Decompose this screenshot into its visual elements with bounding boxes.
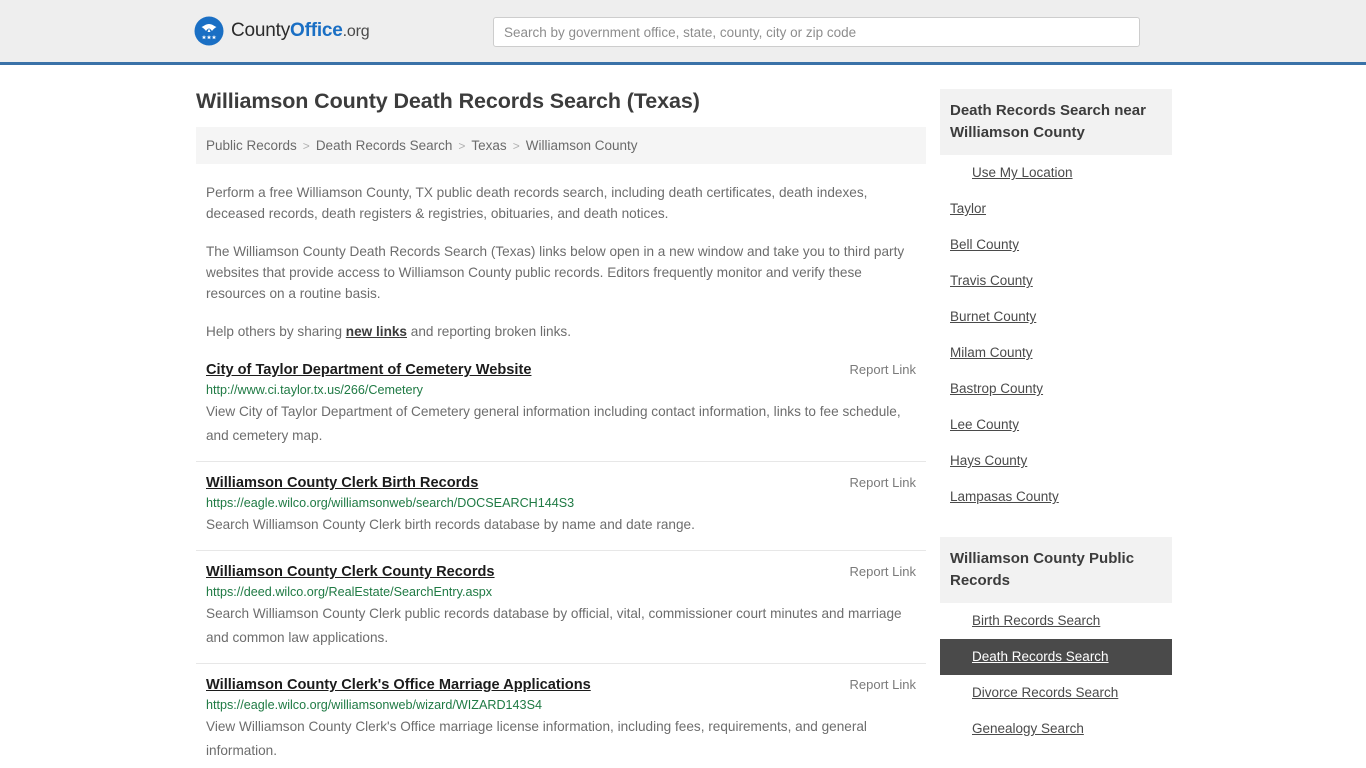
sidebar-item-birth-records-search[interactable]: Birth Records Search xyxy=(940,603,1172,639)
list-item: Hays County xyxy=(940,443,1172,479)
sidebar-item-taylor[interactable]: Taylor xyxy=(940,191,1172,227)
result-url[interactable]: https://eagle.wilco.org/williamsonweb/wi… xyxy=(206,698,916,712)
page-title: Williamson County Death Records Search (… xyxy=(196,89,700,113)
brand-part-tld: .org xyxy=(342,23,370,40)
brand-part-county: County xyxy=(231,20,291,41)
sidebar-item-travis-county[interactable]: Travis County xyxy=(940,263,1172,299)
list-item: Travis County xyxy=(940,263,1172,299)
intro-paragraph-3: Help others by sharing new links and rep… xyxy=(206,321,916,342)
result-header: Williamson County Clerk's Office Marriag… xyxy=(206,677,916,693)
result-header: City of Taylor Department of Cemetery We… xyxy=(206,362,916,378)
breadcrumb-separator: > xyxy=(458,138,466,153)
list-item: Birth Records Search xyxy=(940,603,1172,639)
breadcrumb-item-death-records-search[interactable]: Death Records Search xyxy=(316,138,453,153)
report-link-button[interactable]: Report Link xyxy=(850,564,916,579)
breadcrumb-separator: > xyxy=(302,138,310,153)
result-url[interactable]: http://www.ci.taylor.tx.us/266/Cemetery xyxy=(206,383,916,397)
public-records-panel: Williamson County Public Records Birth R… xyxy=(940,537,1172,747)
sidebar-item-death-records-search[interactable]: Death Records Search xyxy=(940,639,1172,675)
brand-text: CountyOffice.org xyxy=(231,20,370,42)
sidebar-item-milam-county[interactable]: Milam County xyxy=(940,335,1172,371)
site-header: CountyOffice.org xyxy=(0,0,1366,65)
sidebar-item-use-my-location[interactable]: Use My Location xyxy=(940,155,1172,191)
search-container xyxy=(493,17,1140,47)
content-layout: Williamson County Death Records Search (… xyxy=(196,65,1172,768)
result-title-link[interactable]: City of Taylor Department of Cemetery We… xyxy=(206,362,531,378)
result-header: Williamson County Clerk County Records R… xyxy=(206,564,916,580)
result-item: Williamson County Clerk's Office Marriag… xyxy=(196,677,926,768)
report-link-button[interactable]: Report Link xyxy=(850,362,916,377)
sidebar-item-divorce-records-search[interactable]: Divorce Records Search xyxy=(940,675,1172,711)
brand-part-office: Office xyxy=(290,20,343,41)
nearby-panel: Death Records Search near Williamson Cou… xyxy=(940,89,1172,515)
result-item: Williamson County Clerk County Records R… xyxy=(196,564,926,664)
sidebar-item-burnet-county[interactable]: Burnet County xyxy=(940,299,1172,335)
result-description: View City of Taylor Department of Cemete… xyxy=(206,404,901,443)
result-title-link[interactable]: Williamson County Clerk County Records xyxy=(206,564,495,580)
result-description: Search Williamson County Clerk birth rec… xyxy=(206,517,695,532)
result-description: Search Williamson County Clerk public re… xyxy=(206,606,902,645)
sidebar-item-hays-county[interactable]: Hays County xyxy=(940,443,1172,479)
nearby-panel-title: Death Records Search near Williamson Cou… xyxy=(940,89,1172,155)
sidebar-item-lampasas-county[interactable]: Lampasas County xyxy=(940,479,1172,515)
site-logo[interactable]: CountyOffice.org xyxy=(194,16,370,46)
list-item: Milam County xyxy=(940,335,1172,371)
breadcrumb: Public Records > Death Records Search > … xyxy=(196,127,926,164)
result-description: View Williamson County Clerk's Office ma… xyxy=(206,719,867,758)
intro-paragraph-2: The Williamson County Death Records Sear… xyxy=(206,244,905,301)
breadcrumb-item-texas[interactable]: Texas xyxy=(471,138,506,153)
list-item: Burnet County xyxy=(940,299,1172,335)
search-input[interactable] xyxy=(493,17,1140,47)
breadcrumb-item-public-records[interactable]: Public Records xyxy=(206,138,297,153)
results-list: City of Taylor Department of Cemetery We… xyxy=(196,362,926,768)
main-column: Williamson County Death Records Search (… xyxy=(196,65,926,768)
result-url[interactable]: https://eagle.wilco.org/williamsonweb/se… xyxy=(206,496,916,510)
list-item: Lee County xyxy=(940,407,1172,443)
intro-section: Perform a free Williamson County, TX pub… xyxy=(196,182,926,342)
result-header: Williamson County Clerk Birth Records Re… xyxy=(206,475,916,491)
result-item: Williamson County Clerk Birth Records Re… xyxy=(196,475,926,551)
sidebar-item-bell-county[interactable]: Bell County xyxy=(940,227,1172,263)
sidebar-item-lee-county[interactable]: Lee County xyxy=(940,407,1172,443)
page-body: Williamson County Death Records Search (… xyxy=(0,65,1366,768)
result-title-link[interactable]: Williamson County Clerk's Office Marriag… xyxy=(206,677,591,693)
report-link-button[interactable]: Report Link xyxy=(850,677,916,692)
list-item-active: Death Records Search xyxy=(940,639,1172,675)
list-item: Bell County xyxy=(940,227,1172,263)
public-records-list: Birth Records Search Death Records Searc… xyxy=(940,603,1172,747)
result-item: City of Taylor Department of Cemetery We… xyxy=(196,362,926,462)
sidebar-item-genealogy-search[interactable]: Genealogy Search xyxy=(940,711,1172,747)
list-item: Lampasas County xyxy=(940,479,1172,515)
result-url[interactable]: https://deed.wilco.org/RealEstate/Search… xyxy=(206,585,916,599)
list-item: Divorce Records Search xyxy=(940,675,1172,711)
list-item: Genealogy Search xyxy=(940,711,1172,747)
intro-p3-before: Help others by sharing xyxy=(206,324,346,339)
list-item: Taylor xyxy=(940,191,1172,227)
sidebar: Death Records Search near Williamson Cou… xyxy=(940,65,1172,747)
breadcrumb-separator: > xyxy=(512,138,520,153)
nearby-list: Use My Location Taylor Bell County Travi… xyxy=(940,155,1172,515)
public-records-panel-title: Williamson County Public Records xyxy=(940,537,1172,603)
new-links-link[interactable]: new links xyxy=(346,324,407,339)
result-title-link[interactable]: Williamson County Clerk Birth Records xyxy=(206,475,478,491)
list-item: Bastrop County xyxy=(940,371,1172,407)
intro-paragraph-1: Perform a free Williamson County, TX pub… xyxy=(206,185,868,221)
list-item: Use My Location xyxy=(940,155,1172,191)
breadcrumb-item-williamson-county: Williamson County xyxy=(525,138,638,153)
intro-p3-after: and reporting broken links. xyxy=(407,324,571,339)
report-link-button[interactable]: Report Link xyxy=(850,475,916,490)
eagle-seal-icon xyxy=(194,16,224,46)
sidebar-item-bastrop-county[interactable]: Bastrop County xyxy=(940,371,1172,407)
